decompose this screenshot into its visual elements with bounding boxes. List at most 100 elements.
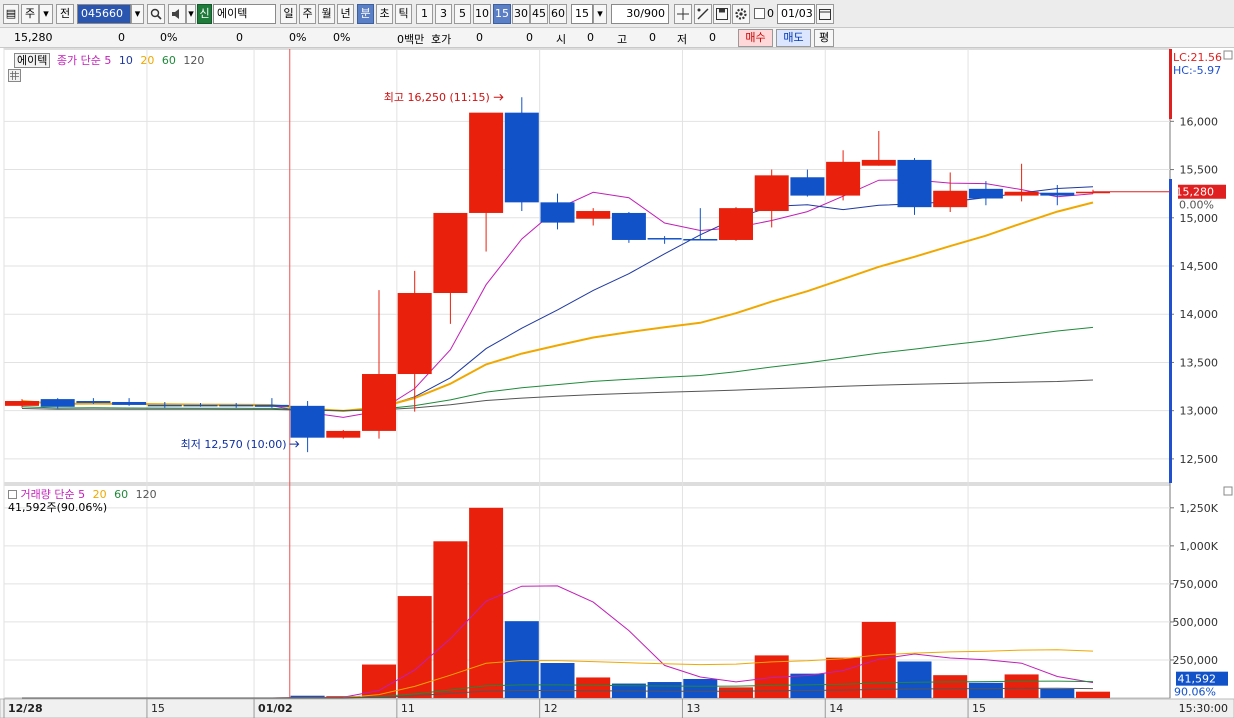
rate-pct: 0% [333,31,351,44]
period-second-button[interactable]: 초 [376,4,393,24]
sell-button[interactable]: 매도 [776,29,811,47]
range-bar-top [1169,49,1172,119]
legend-prefix: 종가 단순 [56,54,101,67]
interval-15-button[interactable]: 15 [493,4,511,24]
chevron-down-icon[interactable]: ▾ [39,4,53,24]
volume-bar [968,682,1003,698]
x-tick-label: 14 [829,702,843,715]
last-volume-label: 41,592 [1178,673,1217,686]
volume-bar [576,677,611,698]
volume-bar [826,657,861,698]
calendar-icon[interactable] [816,4,834,24]
open-label: 시 [556,33,567,46]
price-legend: 에이텍 종가 단순 5 10 20 60 120 [14,52,204,68]
period-week-button[interactable]: 주 [299,4,316,24]
toolbar: ▤ 주 ▾ 전 045660 ▾ ▾ 신 에이텍 일 주 월 년 분 초 틱 1… [0,0,1234,28]
high-annotation: 최고 16,250 (11:15) [384,91,490,104]
last-volume-pct: 90.06% [1174,686,1216,699]
interval-input[interactable]: 15 [571,4,593,24]
candle-body [112,401,147,405]
save-icon[interactable] [713,4,731,24]
search-icon[interactable] [147,4,165,24]
amount-value: 0백만 [397,33,425,46]
last-price-label: 15,280 [1176,186,1215,199]
volume-bar [683,678,718,698]
gear-icon[interactable] [732,4,750,24]
y-axis-area [1170,49,1234,698]
chevron-down-icon[interactable]: ▾ [131,4,144,24]
price-tick-label: 14,000 [1180,308,1219,321]
interval-3-button[interactable]: 3 [435,4,452,24]
type-button[interactable]: 주 [21,4,39,24]
candle-body [611,212,646,240]
volume-bar [540,663,575,698]
legend-vma120: 120 [135,488,157,501]
open-value: 0 [587,31,594,44]
high-label: 고 [617,33,628,46]
stock-name-field[interactable]: 에이텍 [213,4,276,24]
price-tick-label: 15,500 [1180,164,1219,177]
period-minute-button[interactable]: 분 [357,4,374,24]
x-tick-label: 01/02 [258,702,293,715]
candle-body [933,190,968,208]
buy-button[interactable]: 매수 [738,29,773,47]
grid-icon[interactable] [8,69,21,82]
stock-tag: 에이텍 [14,53,51,68]
candle-body [1040,192,1075,196]
legend-ma120: 120 [183,54,205,67]
draw-tool-icon[interactable] [694,4,712,24]
candle-body [1004,191,1039,196]
collapse-icon[interactable] [8,490,17,499]
volume-bar [504,621,539,698]
interval-60-button[interactable]: 60 [549,4,567,24]
candle-body [40,399,75,407]
interval-45-button[interactable]: 45 [530,4,548,24]
volume-bar [469,507,504,698]
candle-body [826,161,861,196]
interval-30-button[interactable]: 30 [512,4,530,24]
speaker-icon[interactable] [168,4,186,24]
volume-bar [897,661,932,698]
chevron-down-icon[interactable]: ▾ [593,4,607,24]
price-tick-label: 15,000 [1180,212,1219,225]
crosshair-icon[interactable] [674,4,692,24]
low-annotation: 최저 12,570 (10:00) [181,438,287,451]
bid-label: 호가 [431,33,452,46]
stock-code-input[interactable]: 045660 [77,4,131,24]
prev-button[interactable]: 전 [56,4,74,24]
interval-1-button[interactable]: 1 [416,4,433,24]
candle-body [469,112,504,213]
candle-body [647,238,682,240]
chevron-down-icon[interactable]: ▾ [186,4,196,24]
x-tick-label: 15 [151,702,165,715]
volume-bar [719,687,753,698]
menu-icon[interactable]: ▤ [3,4,19,24]
volume-value: 0 [236,31,243,44]
volume-current: 41,592주(90.06%) [8,501,108,514]
legend-ma20: 20 [140,54,155,67]
interval-5-button[interactable]: 5 [454,4,471,24]
period-year-button[interactable]: 년 [337,4,354,24]
volume-bar [433,541,468,698]
volume-tick-label: 250,000 [1173,654,1219,667]
legend-ma10: 10 [118,54,133,67]
interval-10-button[interactable]: 10 [473,4,491,24]
hc-value: HC:-5.97 [1173,64,1221,77]
volume-tick-label: 1,000K [1179,540,1218,553]
average-button[interactable]: 평 [814,29,834,47]
candle-body [504,112,539,203]
period-tick-button[interactable]: 틱 [395,4,412,24]
option-checkbox[interactable] [754,8,765,19]
date-input[interactable]: 01/03 [777,4,815,24]
volume-bar [1076,691,1110,698]
period-month-button[interactable]: 월 [318,4,335,24]
period-day-button[interactable]: 일 [280,4,297,24]
current-price: 15,280 [14,31,53,44]
maximize-icon [1223,50,1233,60]
chart-canvas: 16,000 15,500 15,000 14,500 14,000 13,500 13,0… [0,48,1234,718]
low-value: 0 [709,31,716,44]
count-input[interactable]: 30/900 [611,4,669,24]
low-label: 저 [677,33,688,46]
candle-body [754,175,789,212]
volume-bar [790,673,825,698]
